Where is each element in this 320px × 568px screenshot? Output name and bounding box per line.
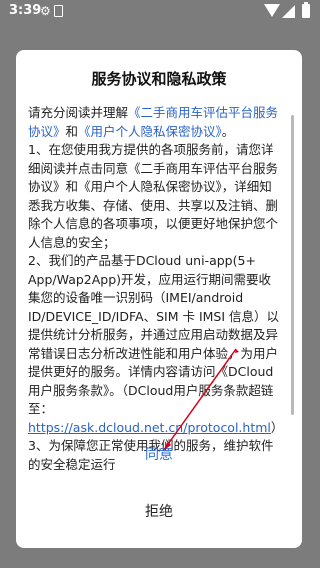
annotation-arrow-icon	[163, 348, 239, 451]
